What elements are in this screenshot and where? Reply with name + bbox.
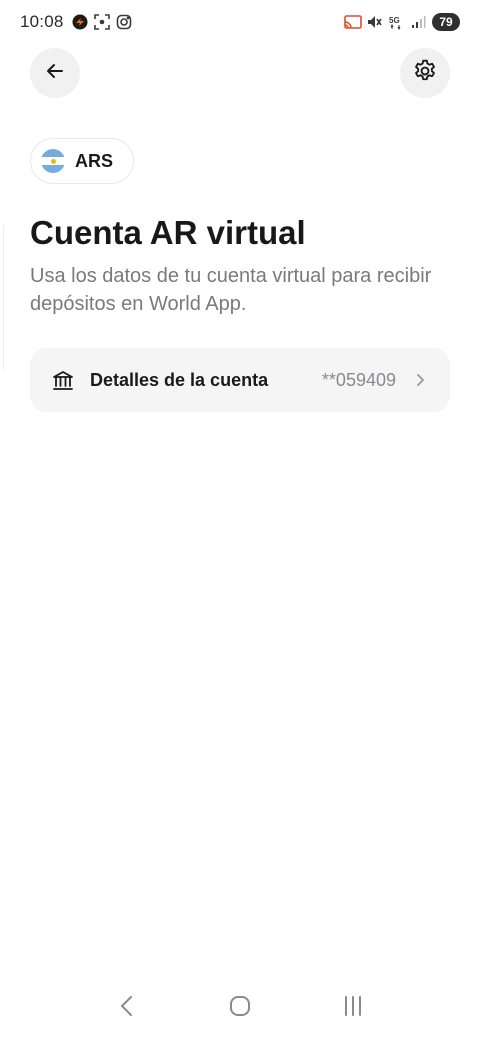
signal-icon [410,14,426,30]
settings-button[interactable] [400,48,450,98]
back-button[interactable] [30,48,80,98]
account-number: **059409 [321,369,396,390]
screenshot-icon [93,14,110,30]
instagram-icon [116,14,132,30]
nav-home-icon [228,994,252,1023]
account-details-label: Detalles de la cuenta [90,369,269,390]
nav-recents-icon [341,994,365,1023]
nav-back-button[interactable] [107,988,147,1028]
app-notification-icon [72,14,88,30]
page: 10:08 5G 79 ARS Cuenta AR virtual Usa lo… [0,0,480,1040]
battery-indicator: 79 [432,13,460,31]
5g-icon: 5G [388,14,404,31]
status-time: 10:08 [20,12,64,31]
edge-panel-handle[interactable] [0,222,4,372]
arrow-left-icon [44,60,66,87]
cast-icon [344,14,362,30]
status-bar: 10:08 5G 79 [0,0,480,44]
currency-code: ARS [75,150,114,171]
nav-back-icon [119,994,135,1023]
page-title: Cuenta AR virtual [30,214,306,251]
account-details-row[interactable]: Detalles de la cuenta **059409 [30,348,450,412]
argentina-flag-icon [41,149,65,173]
system-nav-bar [0,976,480,1040]
nav-recents-button[interactable] [333,988,373,1028]
bank-icon [52,369,74,391]
svg-text:5G: 5G [389,16,400,25]
status-right-icons: 5G 79 [344,13,460,31]
mute-icon [366,14,382,30]
status-left-icons [72,14,132,30]
gear-icon [412,58,438,89]
nav-home-button[interactable] [220,988,260,1028]
currency-chip[interactable]: ARS [30,138,134,184]
chevron-right-icon [414,373,428,387]
page-subtitle: Usa los datos de tu cuenta virtual para … [30,265,432,315]
